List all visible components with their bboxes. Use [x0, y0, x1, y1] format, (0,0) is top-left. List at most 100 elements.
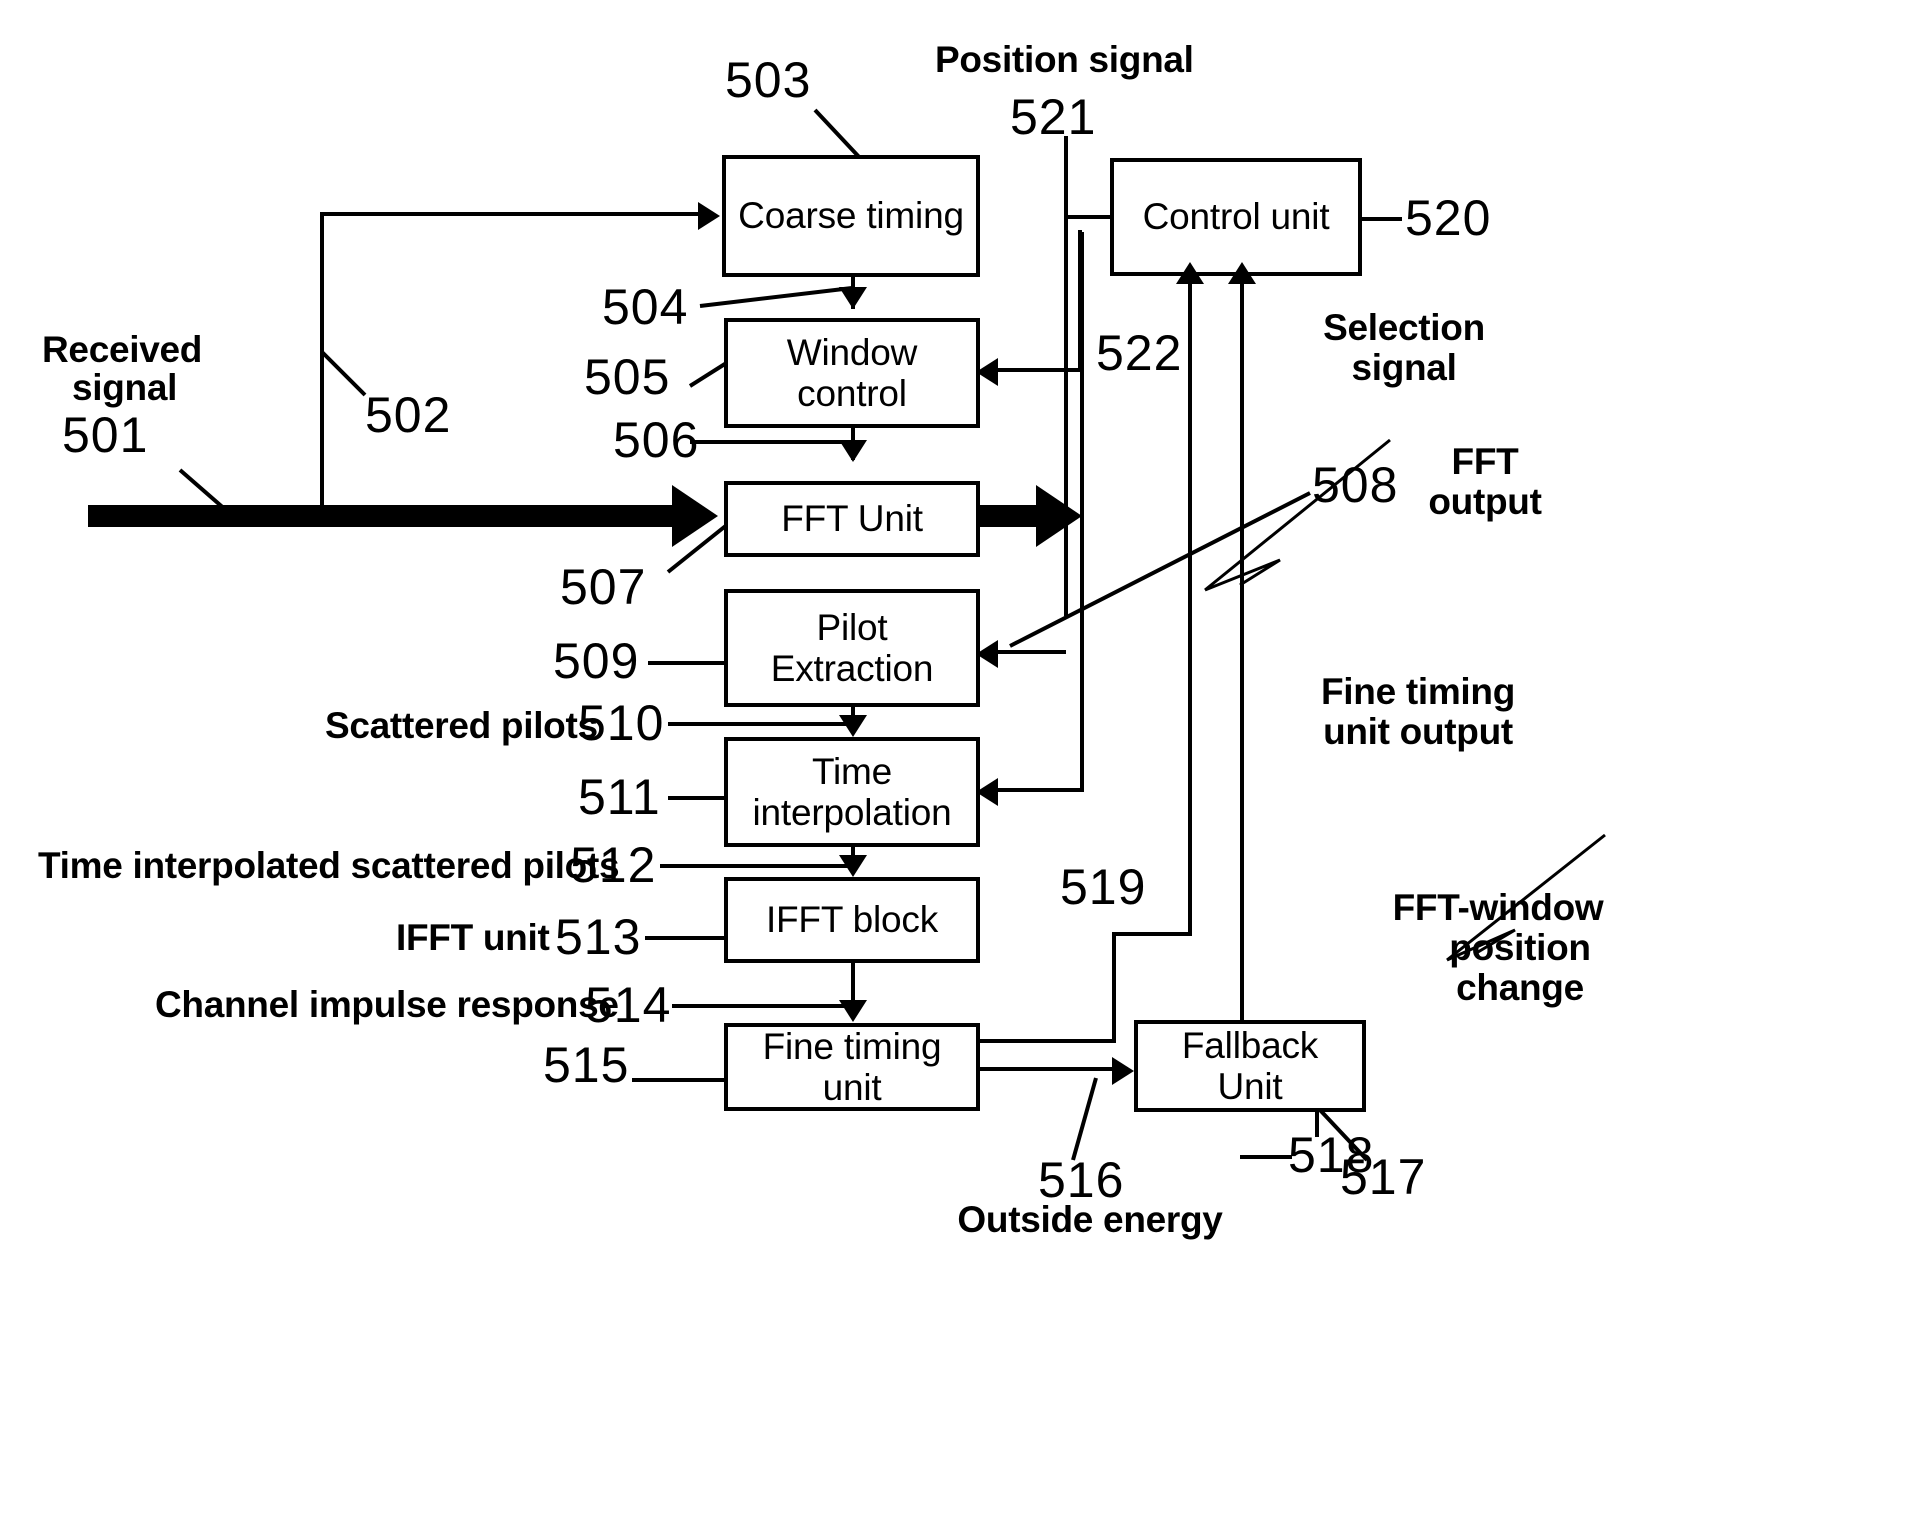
ref-509-leader [648, 661, 726, 665]
ref-507: 507 [560, 559, 647, 615]
ref-513-leader [645, 936, 727, 940]
label-ifft-unit: IFFT unit [396, 917, 550, 958]
fine-timing-to-control-horizontal-mid [1112, 932, 1192, 936]
block-ifft[interactable]: IFFT block [724, 877, 980, 963]
ref-504: 504 [602, 279, 689, 335]
ref-510: 510 [578, 695, 665, 751]
fft-output-bus [980, 505, 1042, 527]
ref-511: 511 [578, 769, 661, 825]
block-fine-timing-unit[interactable]: Fine timing unit [724, 1023, 980, 1111]
fine-timing-input-arrowhead [839, 1000, 867, 1022]
figure-canvas: 503 Position signal 521 Coarse timing Co… [0, 0, 1907, 1516]
block-coarse-timing-label: Coarse timing [738, 195, 964, 237]
block-time-interpolation-line2: interpolation [752, 792, 952, 833]
block-pilot-extraction-line1: Pilot [816, 606, 888, 648]
block-pilot-extraction[interactable]: Pilot Extraction [724, 589, 980, 707]
ref-503: 503 [725, 52, 812, 108]
ref-511-leader [668, 796, 728, 800]
coarse-timing-feedback-vertical [320, 212, 324, 522]
label-time-interpolated-scattered-pilots: Time interpolated scattered pilots [38, 845, 620, 886]
position-signal-to-control-unit [1064, 215, 1112, 219]
label-position-signal: Position signal [935, 39, 1194, 80]
block-window-control[interactable]: Window control [724, 318, 980, 428]
label-selection-signal-line2: signal [1351, 347, 1457, 388]
fft-unit-input-arrowhead [839, 440, 867, 462]
block-fft-unit[interactable]: FFT Unit [724, 481, 980, 557]
ref-501: 501 [62, 407, 149, 463]
control-to-time-interp-horizontal [996, 788, 1084, 792]
ref-506: 506 [613, 412, 700, 468]
ref-516: 516 [1038, 1152, 1125, 1208]
ref-513: 513 [555, 909, 642, 965]
label-received-signal-line1: Received [42, 329, 203, 370]
coarse-timing-feedback-horizontal [320, 212, 698, 216]
label-fine-timing-unit-output-line1: Fine timing [1320, 671, 1516, 712]
ref-520: 520 [1405, 190, 1492, 246]
block-time-interpolation[interactable]: Time interpolation [724, 737, 980, 847]
block-control-unit[interactable]: Control unit [1110, 158, 1362, 276]
block-fine-timing-line2: unit [822, 1067, 882, 1108]
fallback-to-control-vertical [1240, 282, 1244, 1022]
pilot-extraction-feedback-arrowhead [976, 640, 998, 668]
block-fallback-unit[interactable]: Fallback Unit [1134, 1020, 1366, 1112]
block-ifft-label: IFFT block [765, 899, 939, 941]
block-fft-unit-label: FFT Unit [781, 498, 923, 540]
label-outside-energy: Outside energy [957, 1199, 1223, 1240]
label-scattered-pilots: Scattered pilots [325, 705, 598, 746]
ref-502: 502 [365, 387, 452, 443]
label-fft-output-line1: FFT [1451, 441, 1519, 482]
fallback-unit-input-arrowhead [1112, 1057, 1134, 1085]
block-pilot-extraction-line2: Extraction [770, 648, 934, 689]
ref-505: 505 [584, 349, 671, 405]
block-window-control-line2: control [797, 373, 907, 414]
label-fft-output-line2: output [1428, 481, 1542, 522]
ref-508: 508 [1312, 457, 1399, 513]
fft-unit-bus-arrowhead [672, 485, 718, 547]
fine-timing-to-control-vertical-lower [1112, 932, 1116, 1042]
window-control-feedback-arrowhead [976, 358, 998, 386]
label-fft-window-position-change-line1: FFT-window [1392, 887, 1604, 928]
window-control-input-arrowhead [839, 287, 867, 309]
control-unit-input-arrowhead-left [1176, 262, 1204, 284]
label-received-signal-line2: signal [72, 367, 178, 408]
ref-514: 514 [585, 977, 672, 1033]
fine-timing-to-fallback-horizontal [978, 1067, 1128, 1071]
block-control-unit-label: Control unit [1142, 196, 1330, 238]
fine-timing-to-control-horizontal-top [978, 1039, 1116, 1043]
ref-512-leader [660, 864, 854, 868]
ref-515: 515 [543, 1037, 630, 1093]
ref-522: 522 [1096, 325, 1183, 381]
ref-512: 512 [570, 837, 657, 893]
ref-510-leader [668, 722, 854, 726]
block-fine-timing-line1: Fine timing [762, 1025, 942, 1067]
time-interpolation-feedback-arrowhead [976, 778, 998, 806]
ref-514-leader [672, 1004, 854, 1008]
block-fallback-line2: Unit [1217, 1066, 1283, 1107]
ref-517: 517 [1340, 1149, 1427, 1205]
label-fine-timing-unit-output-line2: unit output [1323, 711, 1513, 752]
fft-output-bus-arrowhead [1036, 485, 1082, 547]
label-selection-signal-line1: Selection [1323, 307, 1485, 348]
block-window-control-line1: Window [786, 331, 918, 373]
control-unit-ref-leader [1362, 217, 1402, 221]
fine-timing-to-control-vertical-upper [1188, 282, 1192, 936]
ref-519: 519 [1060, 859, 1147, 915]
received-signal-bus [88, 505, 678, 527]
ref-518-leader [1240, 1155, 1292, 1159]
label-channel-impulse-response: Channel impulse response [155, 984, 619, 1025]
ref-509: 509 [553, 633, 640, 689]
ref-521: 521 [1010, 89, 1097, 145]
control-unit-522-vertical [1080, 232, 1084, 790]
position-signal-to-pilot-extraction [996, 650, 1066, 654]
block-coarse-timing[interactable]: Coarse timing [722, 155, 980, 277]
label-fft-window-position-change-line2: position [1449, 927, 1591, 968]
control-to-window-horizontal [996, 368, 1080, 372]
ifft-block-input-arrowhead [839, 855, 867, 877]
ref-506-leader [690, 440, 853, 444]
ref-515-leader [632, 1078, 727, 1082]
coarse-timing-input-arrowhead [698, 202, 720, 230]
label-fft-window-position-change-line3: change [1456, 967, 1584, 1008]
control-unit-input-arrowhead-right [1228, 262, 1256, 284]
time-interpolation-input-arrowhead [839, 715, 867, 737]
block-time-interpolation-line1: Time [811, 750, 893, 792]
